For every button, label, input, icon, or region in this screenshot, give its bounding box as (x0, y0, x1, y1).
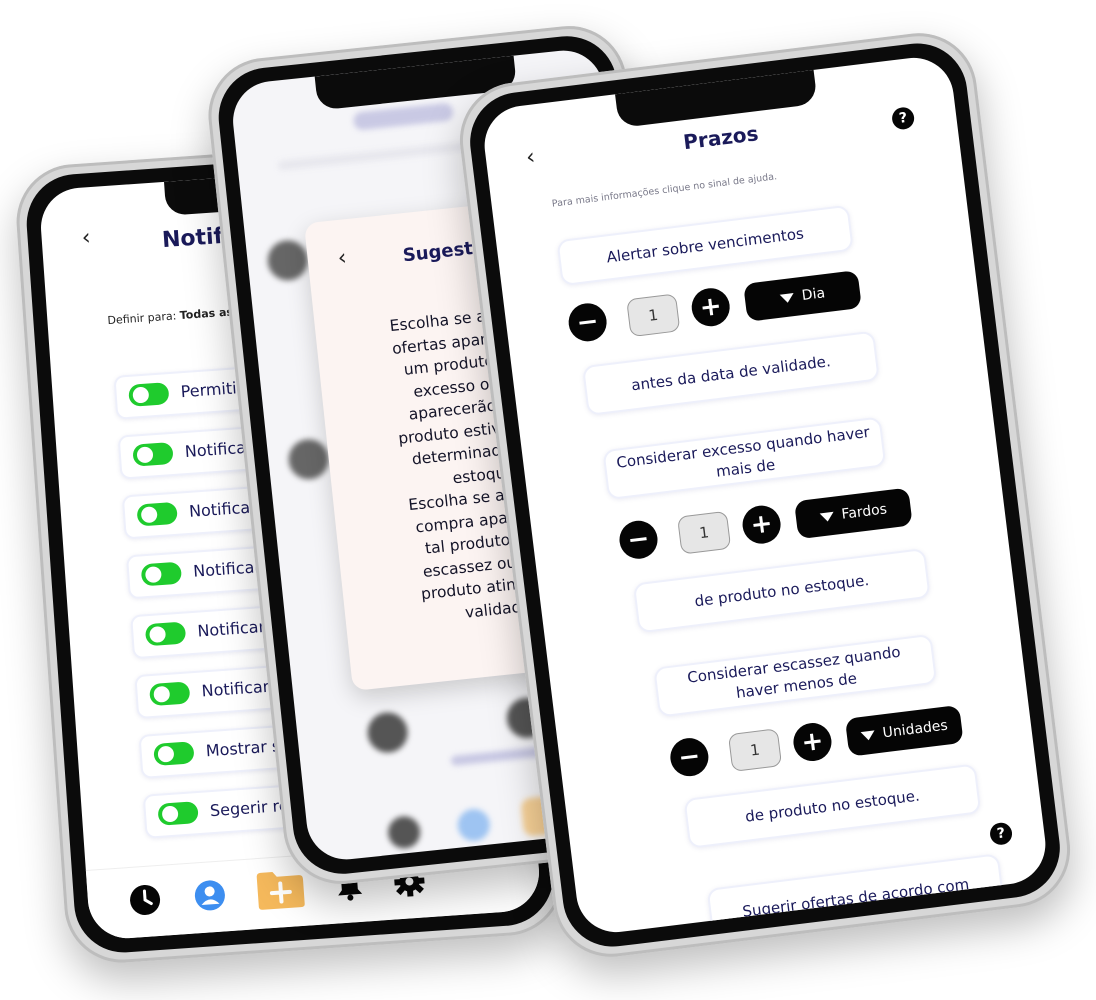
profile-icon[interactable] (192, 877, 229, 917)
quantity-value[interactable]: 1 (727, 728, 783, 773)
scarcity-card: Considerar escassez quando haver menos d… (653, 633, 938, 718)
toggle-switch[interactable] (149, 681, 191, 707)
deadlines-screen: ‹ Prazos ? Para mais informações clique … (480, 53, 1050, 937)
excess-card: Considerar excesso quando haver mais de (602, 416, 887, 501)
blurred-button (286, 437, 331, 482)
unit-dropdown[interactable]: Unidades (844, 704, 964, 757)
blurred-title (352, 102, 455, 131)
decrement-button[interactable]: − (566, 301, 609, 344)
unit-dropdown[interactable]: Dia (743, 270, 862, 322)
quantity-value[interactable]: 1 (626, 293, 681, 338)
back-arrow-icon[interactable]: ‹ (525, 145, 537, 171)
toggle-switch[interactable] (132, 441, 174, 467)
toggle-switch[interactable] (157, 801, 199, 826)
decrement-button[interactable]: − (617, 518, 660, 561)
dropdown-triangle-icon (860, 729, 876, 741)
toggle-switch[interactable] (153, 741, 195, 766)
toggle-switch[interactable] (136, 501, 178, 527)
toggle-switch[interactable] (144, 621, 187, 647)
quantity-value[interactable]: 1 (677, 510, 732, 555)
blurred-button (365, 710, 410, 755)
blurred-nav-icon (386, 814, 422, 850)
mockup-stage: ‹ Notifica Definir para: Todas as Listas… (0, 0, 1096, 1000)
decrement-button[interactable]: − (668, 735, 711, 779)
increment-button[interactable]: + (791, 720, 834, 764)
back-arrow-icon[interactable]: ‹ (337, 245, 348, 271)
dropdown-triangle-icon (779, 292, 795, 304)
increment-button[interactable]: + (740, 503, 783, 546)
help-icon[interactable]: ? (890, 106, 916, 131)
product-stock-card: de produto no estoque. (632, 547, 931, 634)
dropdown-triangle-icon (819, 511, 835, 522)
back-arrow-icon[interactable]: ‹ (81, 225, 92, 251)
toggle-switch[interactable] (140, 561, 183, 587)
phone-deadlines: ‹ Prazos ? Para mais informações clique … (453, 26, 1077, 964)
subtitle: Para mais informações clique no sinal de… (551, 171, 778, 210)
unit-dropdown[interactable]: Fardos (794, 487, 913, 540)
product-stock-card: de produto no estoque. (683, 763, 982, 849)
phone-notch (615, 69, 818, 129)
blurred-button (265, 238, 310, 283)
clock-icon[interactable] (127, 882, 164, 922)
help-icon[interactable]: ? (988, 821, 1014, 847)
add-folder-icon[interactable] (254, 866, 307, 915)
before-expiry-card: antes da data de validade. (581, 330, 880, 416)
suggest-offers-card: Sugerir ofertas de acordo com (706, 853, 1005, 937)
page-title: Prazos (681, 121, 760, 155)
blurred-nav-icon (456, 807, 492, 843)
increment-button[interactable]: + (689, 286, 732, 329)
alert-expiry-card: Alertar sobre vencimentos (556, 204, 854, 287)
toggle-switch[interactable] (128, 382, 170, 407)
